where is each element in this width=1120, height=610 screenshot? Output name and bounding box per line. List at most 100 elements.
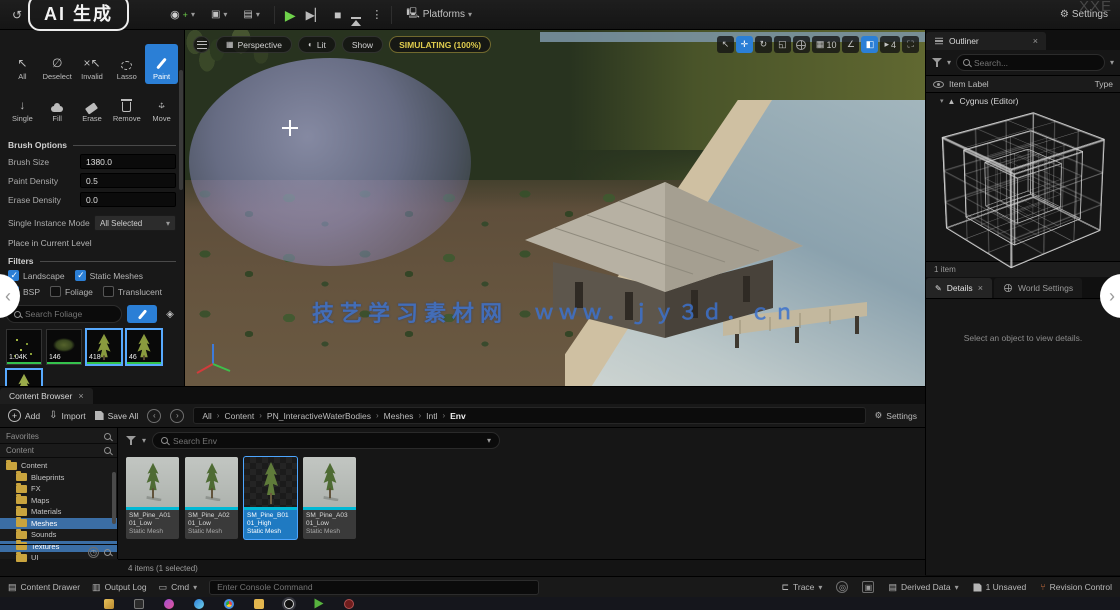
view-mode-dropdown[interactable]: ◐ Lit [298,36,336,53]
tree-scrollbar[interactable] [112,472,116,524]
foliage-item[interactable]: 46 [126,329,162,365]
camera-speed-button[interactable]: ▸4 [880,36,900,53]
undo-icon[interactable]: ↺ [8,6,26,24]
filter-foliage[interactable]: Foliage [50,286,93,297]
cinematics-button[interactable]: ▤▾ [239,7,263,22]
brush-size-field[interactable]: 1380.0 [80,154,176,169]
taskbar-folder-icon[interactable] [254,599,264,609]
tab-details[interactable]: ✎ Details × [926,278,992,298]
foliage-tool-remove[interactable]: Remove [110,86,143,126]
level-viewport[interactable]: ▦ Perspective ◐ Lit Show SIMULATING (100… [185,30,925,386]
panel-scrollbar[interactable] [179,70,183,190]
taskbar-explorer-icon[interactable] [104,599,114,609]
asset-search-input[interactable] [173,436,482,446]
foliage-tool-all[interactable]: ↖ All [6,44,39,84]
viewport-options-button[interactable] [193,36,210,53]
breadcrumb-item-current[interactable]: Env [450,411,466,421]
derived-data-dropdown[interactable]: ▤ Derived Data ▾ [888,582,958,593]
search-icon[interactable] [104,549,111,556]
tab-outliner[interactable]: Outliner × [926,32,1046,50]
content-search[interactable]: Content [0,444,117,458]
close-icon[interactable]: × [78,391,83,401]
asset-card[interactable]: SM_Pine_A03 01_Low Static Mesh [303,457,356,539]
outliner-row-level[interactable]: ▾ ▲ Cygnus (Editor) [926,93,1120,109]
frame-skip-button[interactable]: ▶▏ [306,8,324,22]
folder-row-selected[interactable]: Meshes [0,518,117,530]
foliage-tool-move[interactable]: ↔↕ Move [145,86,178,126]
paint-density-field[interactable]: 0.5 [80,173,176,188]
filter-translucent[interactable]: Translucent [103,286,162,297]
foliage-search-input[interactable] [25,309,114,319]
single-instance-dropdown[interactable]: All Selected ▾ [94,215,176,231]
breadcrumb-item[interactable]: Content [224,411,254,421]
visibility-icon[interactable] [933,81,944,88]
foliage-item[interactable]: 146 [46,329,82,365]
foliage-tool-deselect[interactable]: ∅ Deselect [41,44,74,84]
filter-clock-icon[interactable]: ◷ [88,547,99,558]
asset-card[interactable]: SM_Pine_A01 01_Low Static Mesh [126,457,179,539]
breadcrumb-item[interactable]: PN_InteractiveWaterBodies [267,411,371,421]
favorites-search[interactable]: Favorites [0,430,117,444]
screenshot-icon[interactable]: ▣ [862,581,874,593]
add-actor-button[interactable]: ◉+▾ [166,6,199,23]
foliage-tool-invalid[interactable]: ×↖ Invalid [76,44,109,84]
foliage-tool-lasso[interactable]: Lasso [110,44,143,84]
outliner-search[interactable] [956,54,1105,71]
revision-control-button[interactable]: ⑂ Revision Control [1040,582,1112,592]
save-all-button[interactable]: Save All [95,411,139,421]
folder-row[interactable]: Blueprints [0,472,117,484]
foliage-item[interactable]: 1.04K [6,329,42,365]
foliage-tool-erase[interactable]: Erase [76,86,109,126]
taskbar-browser-icon[interactable] [224,599,234,609]
taskbar-app-icon[interactable] [194,599,204,609]
stop-button[interactable]: ■ [334,8,341,22]
output-log-button[interactable]: ▥ Output Log [92,582,147,593]
play-button[interactable]: ▶ [285,8,296,22]
foliage-item[interactable]: 418 [86,329,122,365]
breadcrumb-item[interactable]: Intl [426,411,437,421]
asset-search[interactable]: ▾ [152,432,500,449]
tab-world-settings[interactable]: World Settings [994,278,1082,298]
expand-arrow-icon[interactable]: ▾ [940,97,944,105]
eject-button[interactable] [351,9,361,20]
close-icon[interactable]: × [1033,36,1038,46]
foliage-search[interactable] [6,305,122,323]
folder-row[interactable]: Sounds [0,529,117,541]
taskbar-launcher-icon[interactable] [315,599,324,609]
maximize-viewport-icon[interactable]: ⛶ [902,36,919,53]
foliage-settings-icon[interactable]: ◈ [162,306,178,322]
trace-dropdown[interactable]: ⊏ Trace ▾ [781,582,822,593]
platforms-button[interactable]: 🖳 Platforms ▾ [402,4,476,25]
world-space-icon[interactable] [793,36,810,53]
taskbar-active-app-icon[interactable] [284,599,294,609]
taskbar-app-icon[interactable] [134,599,144,609]
cmd-dropdown[interactable]: ▭ Cmd ▾ [159,582,197,593]
scale-snap-toggle[interactable]: ◧ [861,36,878,53]
translate-tool-icon[interactable]: ✛ [736,36,753,53]
outliner-search-input[interactable] [974,58,1098,68]
folder-row[interactable]: FX [0,483,117,495]
breadcrumb-item[interactable]: All [202,411,211,421]
perspective-dropdown[interactable]: ▦ Perspective [216,36,292,53]
play-options-icon[interactable]: ⋮ [371,8,381,21]
asset-card-selected[interactable]: SM_Pine_B01 01_High Static Mesh [244,457,297,539]
paint-mode-button[interactable] [127,305,157,323]
console-command-input[interactable] [209,580,539,595]
insights-icon[interactable]: ◎ [836,581,848,593]
foliage-tool-paint[interactable]: Paint [145,44,178,84]
asset-filter-icon[interactable] [126,436,136,445]
folder-row[interactable]: Maps [0,495,117,507]
taskbar-app-icon[interactable] [164,599,174,609]
rotate-tool-icon[interactable]: ↻ [755,36,772,53]
back-button[interactable]: ‹ [147,409,161,423]
add-button[interactable]: + Add [8,409,40,422]
scale-tool-icon[interactable]: ◱ [774,36,791,53]
content-browser-settings-button[interactable]: ⚙ Settings [875,410,917,421]
grid-snap-toggle[interactable]: ▦10 [812,36,841,53]
forward-button[interactable]: › [170,409,184,423]
content-drawer-button[interactable]: ▤ Content Drawer [8,582,80,593]
show-flags-dropdown[interactable]: Show [342,36,383,53]
import-button[interactable]: ⇩ Import [49,410,85,421]
tab-content-browser[interactable]: Content Browser × [0,388,93,404]
outliner-settings-icon[interactable]: ▾ [1110,58,1114,67]
